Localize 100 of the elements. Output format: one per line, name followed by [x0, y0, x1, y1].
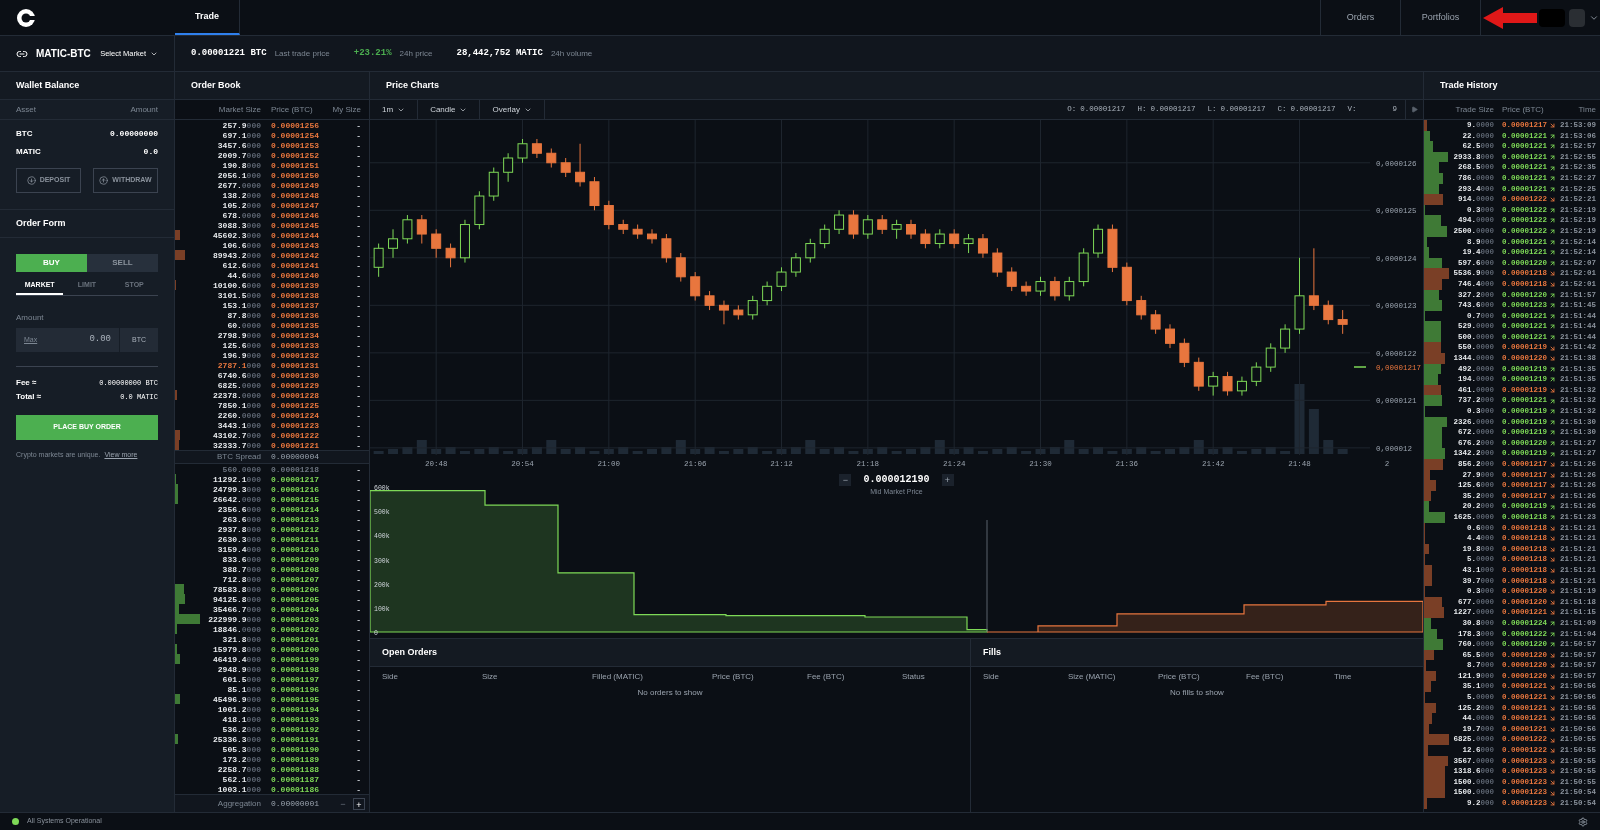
market-size: 138.2000 [221, 190, 261, 202]
price-value: 0.00001235 [270, 320, 320, 332]
chart-dropdown[interactable]: 1m [370, 100, 419, 119]
price-value: 0.00001244 [270, 230, 320, 242]
price-value: 0.00001204 [270, 604, 320, 616]
fee-label: Fee ≈ [16, 377, 37, 389]
my-size: - [355, 544, 362, 556]
market-size: 560.0000 [221, 464, 261, 476]
column-header: Market Size [217, 103, 261, 116]
my-size: - [355, 464, 362, 476]
market-size: 94125.8000 [212, 594, 261, 606]
price-value: 0.00001195 [270, 694, 320, 706]
price-value: 0.00001186 [270, 784, 320, 796]
my-size: - [355, 320, 362, 332]
nav-link[interactable]: Orders [1320, 0, 1400, 35]
price-value: 0.00001210 [270, 544, 320, 556]
market-size: 1001.2000 [216, 704, 261, 716]
my-size: - [355, 400, 362, 412]
column-header: Time [1577, 103, 1596, 116]
price-value: 0.00001238 [270, 290, 320, 302]
column-header: Side [382, 671, 399, 683]
market-size: 105.2000 [221, 200, 261, 212]
price-value: 0.00001217 [270, 474, 320, 486]
price-value: 0.00001188 [270, 764, 320, 776]
market-size: 2260.0000 [216, 410, 261, 422]
price-value: 0.00001233 [270, 340, 320, 352]
price-value: 0.00001223 [270, 420, 320, 432]
price-value: 0.00001218 [270, 464, 320, 476]
market-size: 2356.6000 [216, 504, 261, 516]
price-value: 0.00001189 [270, 754, 320, 766]
column-header: Size [482, 671, 499, 683]
zoom-in-button[interactable]: + [941, 473, 954, 486]
zoom-out-button[interactable]: − [839, 473, 852, 486]
my-size: - [355, 744, 362, 756]
my-size: - [355, 604, 362, 616]
my-size: - [355, 340, 362, 352]
my-size: - [355, 210, 362, 222]
side-toggle[interactable]: SELL [87, 254, 158, 272]
market-size: 7850.1000 [216, 400, 261, 412]
nav-link[interactable]: Portfolios [1400, 0, 1480, 35]
price-value: 0.00001196 [270, 684, 320, 696]
market-size: 43102.7000 [212, 430, 261, 442]
increase-button[interactable]: + [353, 797, 365, 810]
price-value: 0.00001253 [270, 140, 320, 152]
price-value: 0.00001215 [270, 494, 320, 506]
column-header: Status [902, 671, 926, 683]
my-size: - [355, 694, 362, 706]
my-size: - [355, 564, 362, 576]
market-size: 697.1000 [221, 130, 261, 142]
market-size: 2056.1000 [216, 170, 261, 182]
price-value: 0.00001250 [270, 170, 320, 182]
column-header: Price (BTC) [1501, 103, 1545, 116]
market-size: 196.9000 [221, 350, 261, 362]
decrease-button[interactable]: − [337, 797, 349, 810]
panel-title: Order Book [191, 78, 241, 92]
market-size: 2937.8000 [216, 524, 261, 536]
market-size: 6740.6000 [216, 370, 261, 382]
my-size: - [355, 130, 362, 142]
market-size: 89943.2000 [212, 250, 261, 262]
my-size: - [355, 674, 362, 686]
price-value: 0.00001191 [270, 734, 320, 746]
column-header: Fee (BTC) [807, 671, 846, 683]
market-size: 2009.7000 [216, 150, 261, 162]
market-size: 833.6000 [221, 554, 261, 566]
price-value: 0.00001247 [270, 200, 320, 212]
price-value: 0.00001211 [270, 534, 320, 546]
price-value: 0.00001251 [270, 160, 320, 172]
market-size: 3443.1000 [216, 420, 261, 432]
price-value: 0.00001234 [270, 330, 320, 342]
price-value: 0.00001225 [270, 400, 320, 412]
market-size: 45496.9000 [212, 694, 261, 706]
price-value: 0.00001248 [270, 190, 320, 202]
panel-title: Fills [983, 645, 1001, 659]
aggregation-value: 0.00000001 [270, 797, 320, 810]
column-header: Size (MATIC) [1068, 671, 1117, 683]
column-header: Time [1334, 671, 1353, 683]
market-size: 562.1000 [221, 774, 261, 786]
stat-value: 0.00001221 BTC [191, 46, 267, 60]
market-size: 87.8000 [226, 310, 261, 322]
panel-title: Price Charts [386, 78, 440, 92]
market-size: 18846.0000 [212, 624, 261, 636]
my-size: - [355, 220, 362, 232]
price-value: 0.00001230 [270, 370, 320, 382]
my-size: - [355, 594, 362, 606]
my-size: - [355, 250, 362, 262]
price-value: 0.00001216 [270, 484, 320, 496]
market-size: 263.6000 [221, 514, 261, 526]
chart-dropdown[interactable]: Candle [418, 100, 481, 119]
price-value: 0.00001249 [270, 180, 320, 192]
market-size: 78583.8000 [212, 584, 261, 596]
chart-dropdown[interactable]: Overlay [480, 100, 546, 119]
price-value: 0.00001241 [270, 260, 320, 272]
panel-title: Wallet Balance [16, 78, 80, 92]
market-size: 35466.7000 [212, 604, 261, 616]
empty-message: No orders to show [637, 687, 703, 699]
my-size: - [355, 734, 362, 746]
market-size: 321.8000 [221, 634, 261, 646]
price-value: 0.00001198 [270, 664, 320, 676]
my-size: - [355, 754, 362, 766]
stat-value: +23.21% [353, 46, 392, 60]
